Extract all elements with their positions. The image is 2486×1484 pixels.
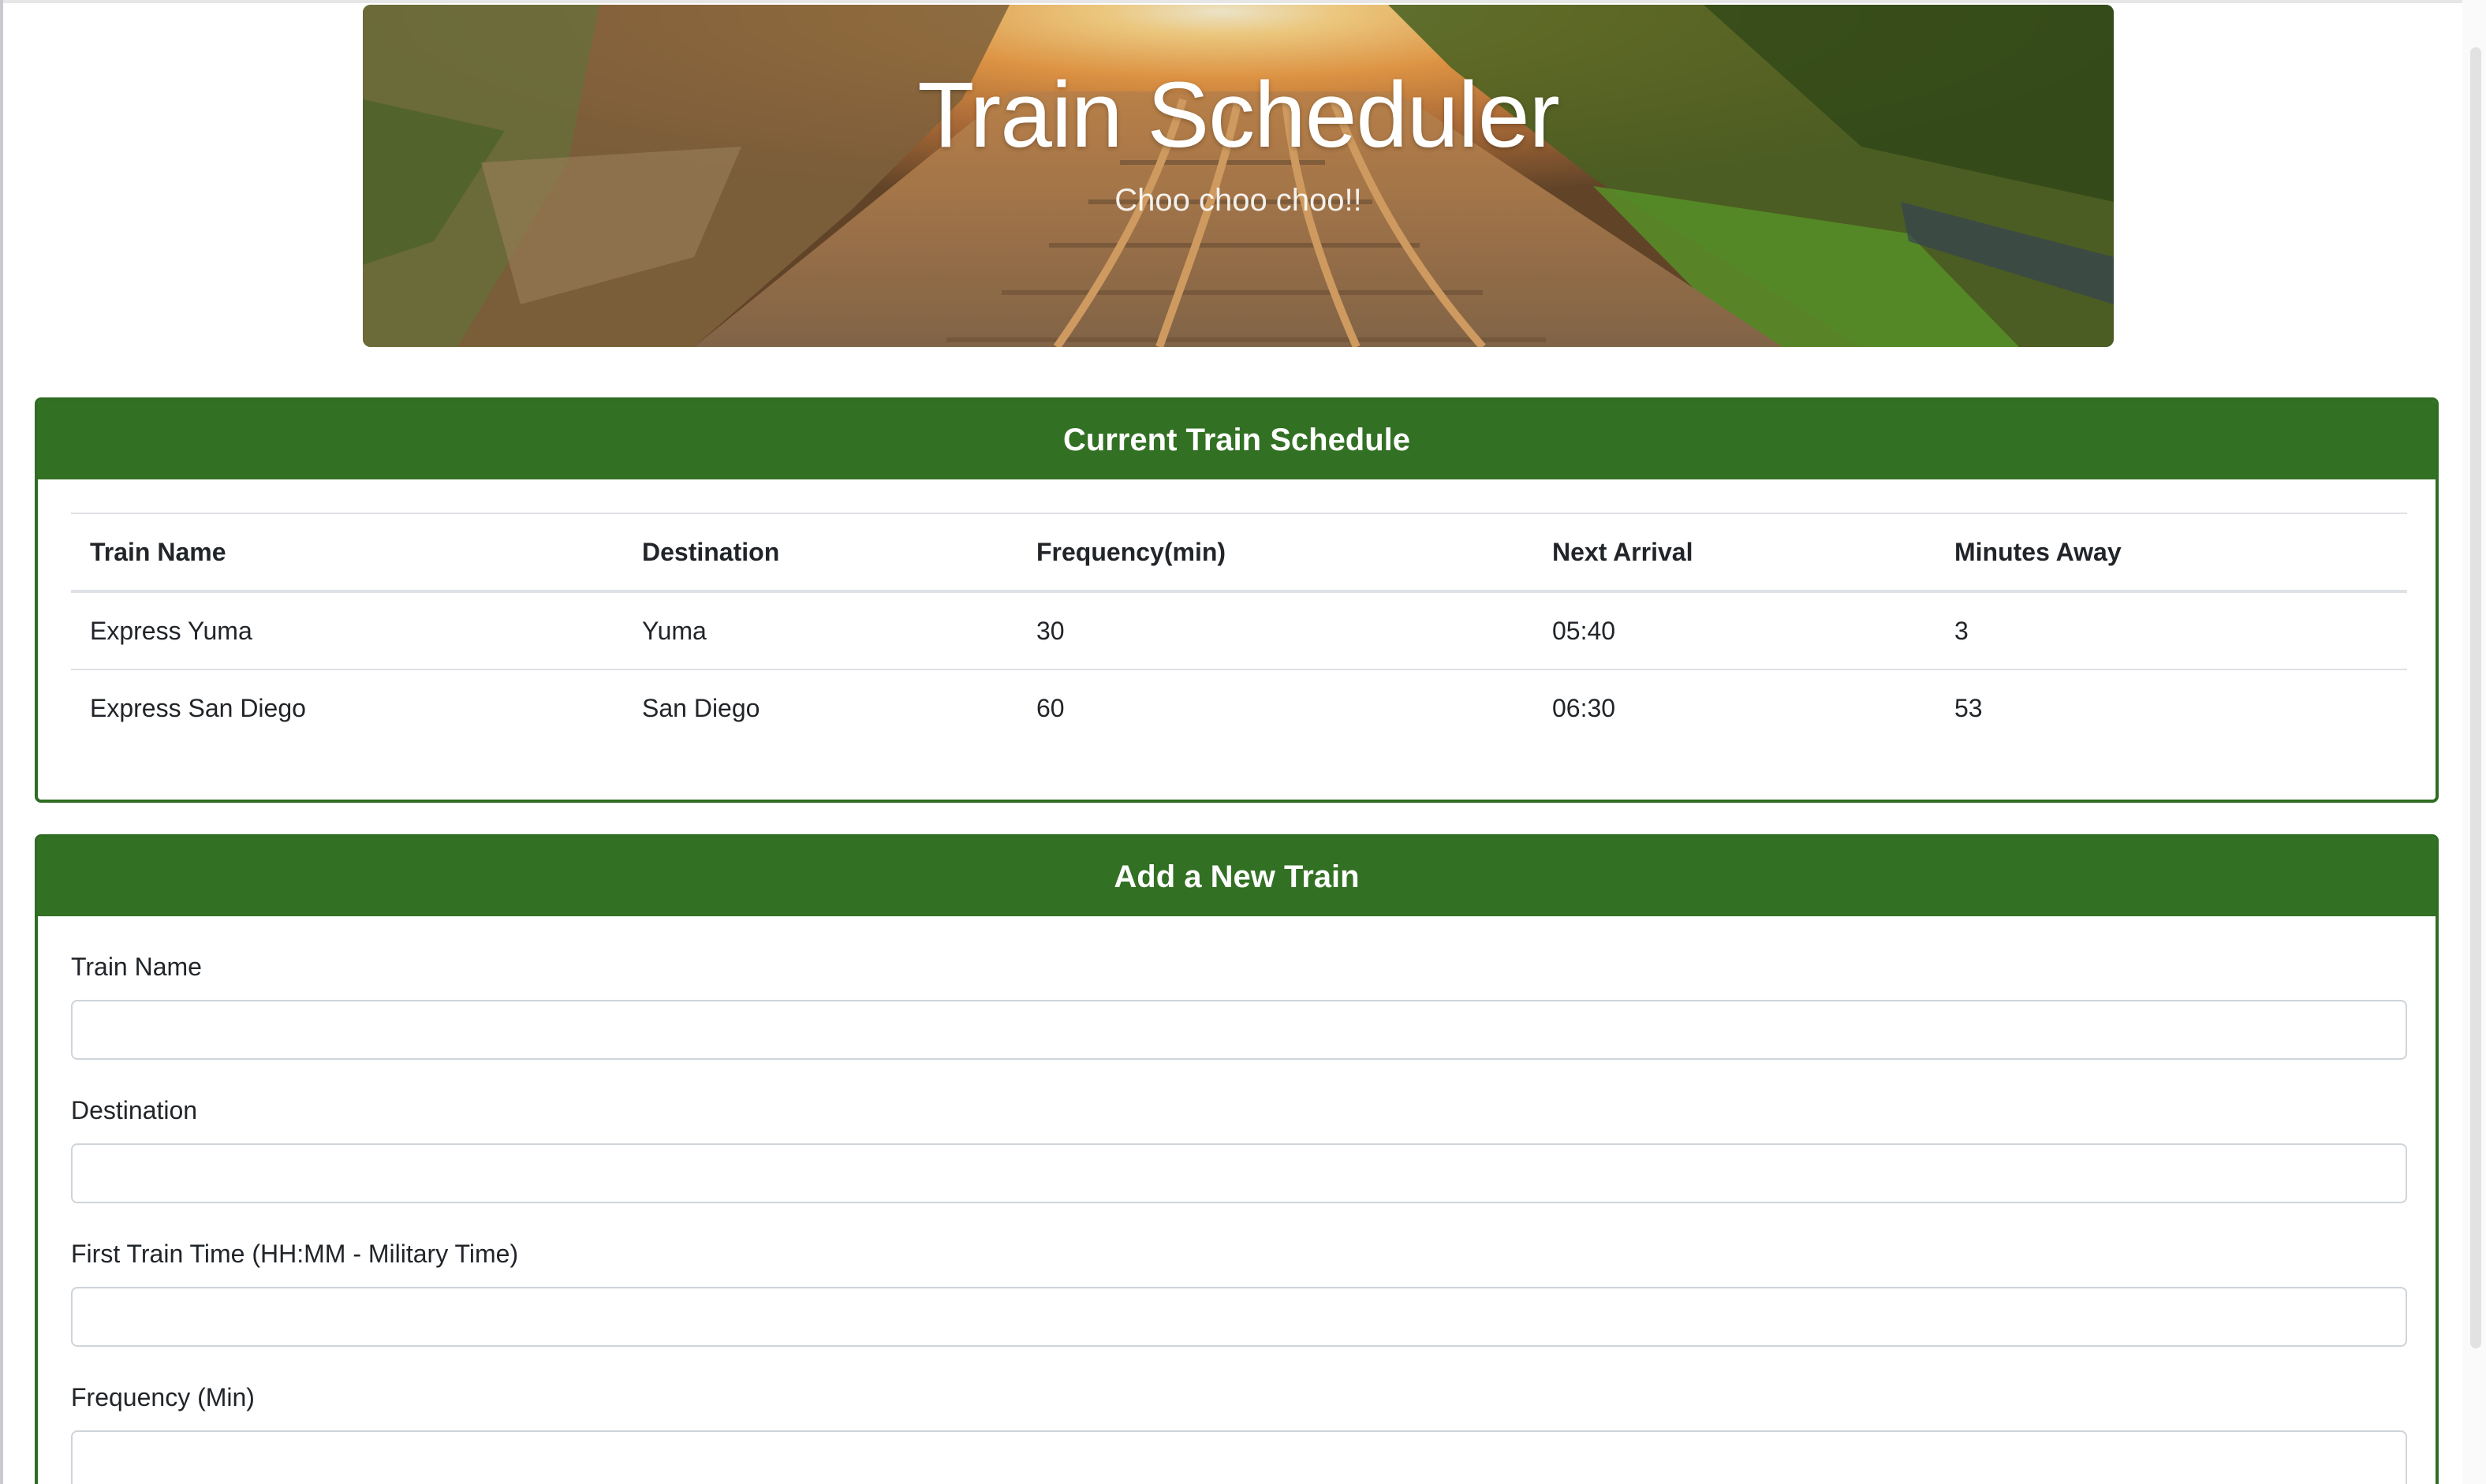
jumbotron: Train Scheduler Choo choo choo!! (363, 5, 2114, 347)
first-train-time-input[interactable] (71, 1287, 2407, 1347)
cell-next-arrival: 06:30 (1552, 693, 1616, 722)
table-header-row: Train Name Destination Frequency(min) Ne… (71, 513, 2407, 593)
first-train-time-label: First Train Time (HH:MM - Military Time) (71, 1240, 519, 1268)
train-name-label: Train Name (71, 953, 202, 981)
form-group-destination: Destination (71, 1094, 2407, 1203)
cell-frequency: 30 (1017, 591, 1533, 670)
page: Train Scheduler Choo choo choo!! Current… (0, 0, 2486, 1484)
cell-next-arrival: 05:40 (1533, 591, 1935, 670)
schedule-table: Train Name Destination Frequency(min) Ne… (71, 513, 2407, 746)
form-group-train-name: Train Name (71, 951, 2407, 1060)
table-row: Express Yuma Yuma 30 05:40 3 (71, 591, 2407, 670)
top-border (0, 0, 2486, 3)
scrollbar-thumb[interactable] (2470, 47, 2481, 1348)
schedule-card: Current Train Schedule Train Name Destin… (35, 397, 2439, 803)
frequency-input[interactable] (71, 1430, 2407, 1484)
column-header-next-arrival: Next Arrival (1533, 513, 1935, 593)
form-group-frequency: Frequency (Min) (71, 1381, 2407, 1484)
destination-input[interactable] (71, 1143, 2407, 1203)
column-header-train-name: Train Name (71, 513, 623, 593)
add-train-form: Train Name Destination First Train Time … (71, 916, 2407, 1484)
add-train-card: Add a New Train Train Name Destination F… (35, 834, 2439, 1484)
cell-train-name: Express San Diego (90, 693, 306, 722)
column-header-minutes-away: Minutes Away (1935, 513, 2407, 593)
cell-minutes-away: 3 (1935, 591, 2407, 670)
destination-label: Destination (71, 1096, 198, 1124)
column-header-destination: Destination (623, 513, 1017, 593)
railway-background-image (363, 5, 2114, 347)
page-title: Train Scheduler (917, 63, 1560, 167)
scrollbar[interactable] (2462, 0, 2486, 1484)
window-edge (0, 0, 3, 1484)
schedule-card-header: Current Train Schedule (38, 401, 2436, 479)
frequency-label: Frequency (Min) (71, 1383, 255, 1411)
train-name-input[interactable] (71, 1000, 2407, 1060)
page-subtitle: Choo choo choo!! (1114, 183, 1362, 218)
add-train-card-header: Add a New Train (38, 837, 2436, 916)
cell-destination: Yuma (623, 591, 1017, 670)
table-row: Express San Diego San Diego 60 06:30 53 (71, 669, 2407, 746)
cell-frequency: 60 (1036, 693, 1065, 722)
cell-train-name: Express Yuma (71, 591, 623, 670)
cell-destination: San Diego (642, 693, 760, 722)
cell-minutes-away: 53 (1954, 693, 1983, 722)
column-header-frequency: Frequency(min) (1017, 513, 1533, 593)
form-group-first-train-time: First Train Time (HH:MM - Military Time) (71, 1238, 2407, 1347)
